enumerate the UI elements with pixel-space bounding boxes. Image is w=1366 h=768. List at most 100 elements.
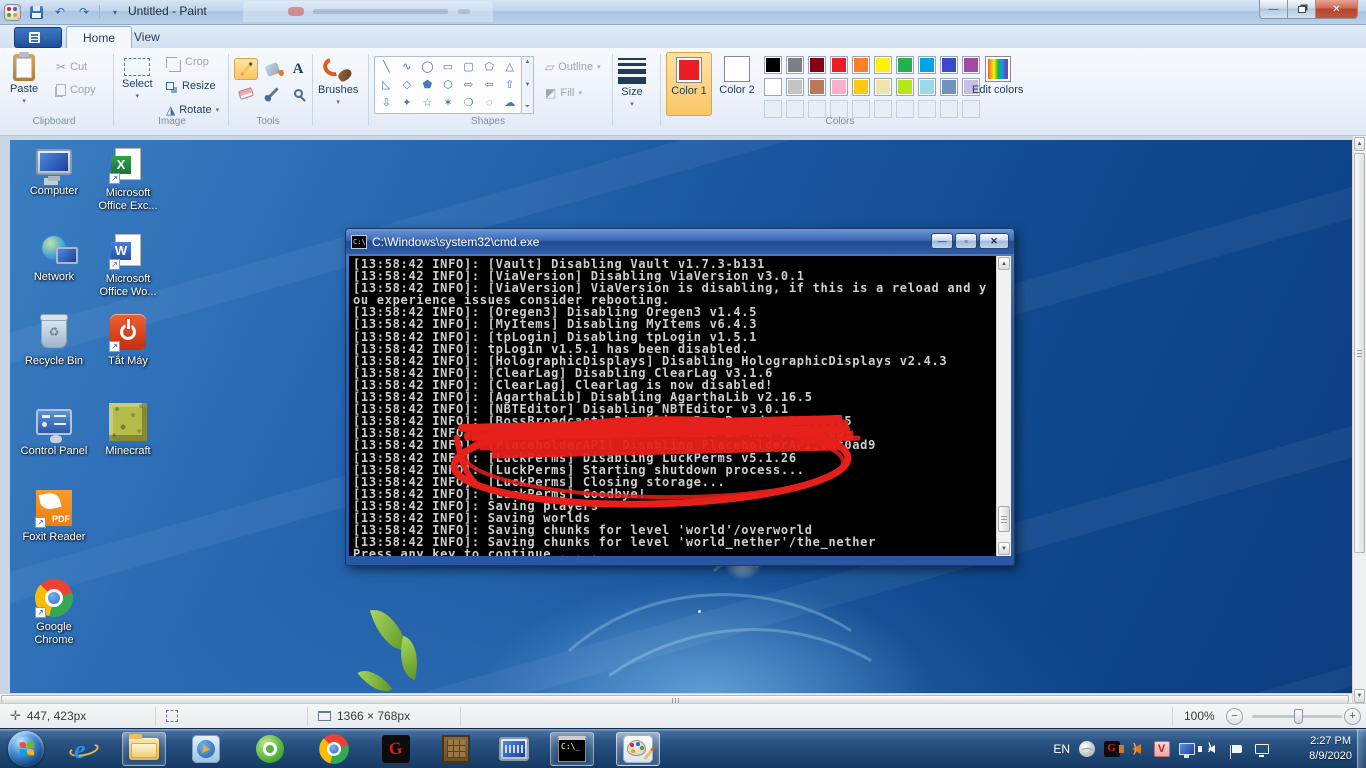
cmd-minimize-button[interactable]: — [931,233,953,249]
tray-volume[interactable] [1198,741,1220,758]
edit-colors-button[interactable]: Edit colors [972,56,1023,96]
cut-button[interactable]: ✂ Cut [56,60,87,74]
cmd-titlebar[interactable]: C:\ C:\Windows\system32\cmd.exe [346,229,1014,254]
tray-audio-orange[interactable] [1119,741,1145,758]
palette-color[interactable] [806,54,828,76]
v-scroll-thumb[interactable] [1354,153,1365,553]
text-tool[interactable]: A [286,58,310,80]
zoom-in-button[interactable]: + [1344,707,1361,725]
tray-unikey[interactable]: V [1153,741,1170,758]
palette-color[interactable] [850,54,872,76]
scroll-thumb[interactable] [998,506,1010,532]
minimize-button[interactable]: — [1259,0,1288,19]
palette-color[interactable] [872,54,894,76]
v-scroll-down-icon[interactable]: ▼ [1354,689,1365,703]
customize-qat-button[interactable]: ▾ [106,4,124,20]
color1-button[interactable]: Color 1 [666,52,712,116]
palette-color[interactable] [806,76,828,98]
palette-empty-slot[interactable] [960,98,982,120]
shapes-scroll-down-icon[interactable]: ▼ [525,82,531,88]
crop-button[interactable]: Crop [166,56,209,72]
color2-button[interactable]: Color 2 [714,52,760,116]
shapes-grid[interactable]: ╲ ∿ ◯ ▭ ▢ ⬠ △ ◺ ◇ ⬟ ⬡ ⇨ ⇦ ⇧ ⇩ ✦ ☆ ✶ ❍ ◌ ☁ [374,56,522,114]
cmd-scrollbar[interactable]: ▲ ▼ [996,256,1011,556]
close-button[interactable]: ✕ [1316,0,1358,19]
hidden-icons-button[interactable] [1078,741,1095,758]
desktop-icon-shutdown[interactable]: ↗ Tắt Máy [90,312,166,368]
taskbar-item-cmd[interactable]: C:\_ [550,732,594,766]
select-button[interactable]: Select ▾ [122,58,153,100]
v-scroll-up-icon[interactable]: ▲ [1354,137,1365,151]
redo-button[interactable]: ↷ [75,4,93,20]
palette-color[interactable] [828,54,850,76]
desktop-icon-word[interactable]: W ↗ Microsoft Office Wo... [90,230,166,299]
desktop-icon-minecraft[interactable]: Minecraft [90,402,166,458]
palette-empty-slot[interactable] [916,98,938,120]
palette-color[interactable] [938,76,960,98]
canvas-vertical-scrollbar[interactable]: ▲ ▼ [1352,136,1366,704]
fill-tool[interactable] [260,58,284,80]
color-picker-tool[interactable] [260,82,284,104]
palette-empty-slot[interactable] [762,98,784,120]
shapes-scroll-up-icon[interactable]: ▲ [525,59,531,65]
palette-empty-slot[interactable] [938,98,960,120]
taskbar-item-garena[interactable]: G [374,732,418,766]
tab-view[interactable]: View [118,26,176,48]
fill-shape-button[interactable]: ◩ Fill ▾ [545,86,582,100]
palette-color[interactable] [762,76,784,98]
desktop-icon-network[interactable]: Network [16,228,92,284]
eraser-tool[interactable] [234,82,258,104]
desktop-icon-excel[interactable]: X ↗ Microsoft Office Exc... [90,144,166,213]
palette-color[interactable] [938,54,960,76]
desktop-icon-foxit[interactable]: ↗ Foxit Reader [16,488,92,544]
palette-color[interactable] [784,76,806,98]
paint-canvas-image[interactable]: Computer X ↗ Microsoft Office Exc... Netw… [10,140,1352,693]
taskbar-item-osk[interactable] [492,732,536,766]
pencil-tool[interactable] [234,58,258,80]
scroll-down-icon[interactable]: ▼ [998,542,1010,555]
cmd-window[interactable]: C:\ C:\Windows\system32\cmd.exe — ▫ ✕ [1… [345,228,1015,566]
desktop-icon-computer[interactable]: Computer [16,142,92,198]
palette-color[interactable] [850,76,872,98]
taskbar-item-chrome[interactable] [312,732,356,766]
taskbar-item-internet-explorer[interactable]: e [62,732,106,766]
cmd-maximize-button[interactable]: ▫ [955,233,977,249]
palette-empty-slot[interactable] [894,98,916,120]
restore-button[interactable] [1288,0,1316,19]
tray-display[interactable] [1178,741,1195,758]
copy-button[interactable]: Copy [56,84,96,96]
zoom-slider-thumb[interactable] [1294,708,1303,724]
shapes-expand-icon[interactable]: ⏷ [525,104,530,111]
taskbar-item-minecraft[interactable] [434,732,478,766]
undo-button[interactable]: ↶ [51,4,69,20]
size-button[interactable]: Size ▾ [618,58,646,108]
outline-button[interactable]: ▱ Outline ▾ [545,60,601,74]
palette-color[interactable] [784,54,806,76]
palette-color[interactable] [762,54,784,76]
taskbar-item-coccoc[interactable] [248,732,292,766]
brushes-button[interactable]: Brushes ▾ [318,54,358,106]
shapes-scrollbar[interactable]: ▲ ▼ ⏷ [522,56,534,114]
palette-color[interactable] [894,54,916,76]
paste-button[interactable]: Paste ▾ [10,52,38,105]
rotate-button[interactable]: ◮ Rotate ▾ [166,104,219,116]
desktop-icon-recycle-bin[interactable]: Recycle Bin [16,312,92,368]
show-desktop-button[interactable] [1357,729,1366,768]
taskbar-clock[interactable]: 2:27 PM 8/9/2020 [1309,734,1352,764]
paint-app-icon[interactable] [4,3,21,21]
taskbar-item-explorer[interactable] [122,732,166,766]
save-button[interactable] [27,4,45,20]
language-indicator[interactable]: EN [1053,742,1070,756]
magnifier-tool[interactable] [286,82,310,104]
palette-color[interactable] [828,76,850,98]
palette-color[interactable] [872,76,894,98]
taskbar-item-media-player[interactable]: ▶ [184,732,228,766]
cmd-close-button[interactable]: ✕ [979,233,1009,249]
palette-color[interactable] [916,54,938,76]
start-button[interactable] [8,731,44,767]
zoom-out-button[interactable]: − [1226,707,1243,725]
tray-network[interactable] [1253,741,1270,758]
cmd-console[interactable]: [13:58:42 INFO]: [Vault] Disabling Vault… [349,256,1011,556]
tray-garena[interactable]: G [1103,741,1120,758]
desktop-icon-control-panel[interactable]: Control Panel [16,402,92,458]
